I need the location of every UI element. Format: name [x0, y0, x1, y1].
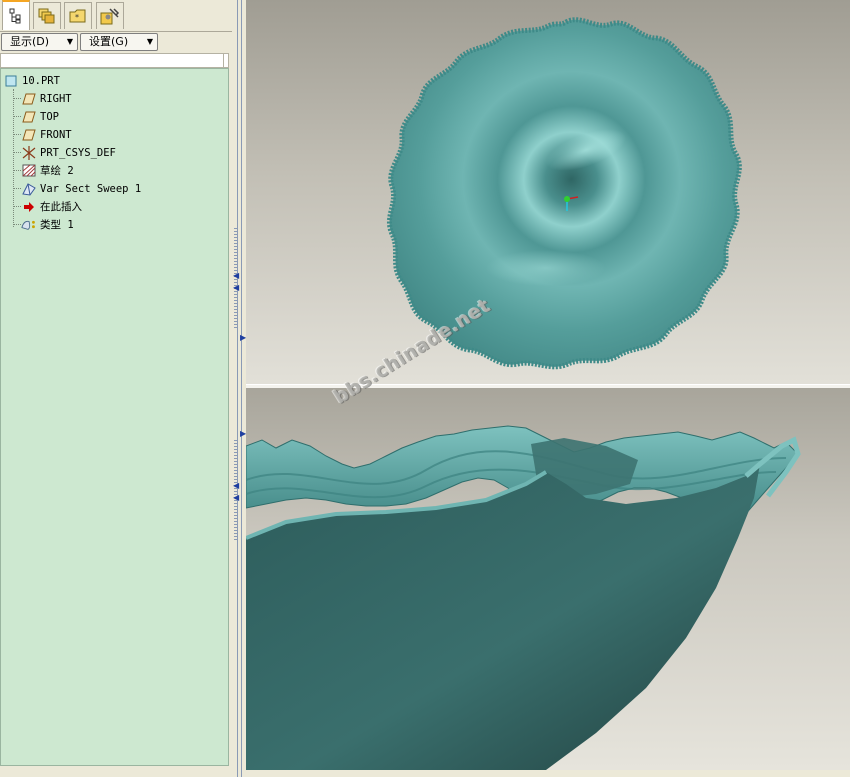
display-dropdown-button[interactable]: 显示(D) ▼: [1, 33, 78, 51]
model-tree-icon: [9, 8, 21, 24]
tree-item-front-plane[interactable]: FRONT: [21, 126, 72, 143]
navigator-splitter[interactable]: ◀ ◀ ▶ ▶ ◀ ◀: [232, 0, 246, 777]
sketch-icon: [21, 164, 37, 178]
settings-dropdown-button[interactable]: 设置(G) ▼: [80, 33, 158, 51]
navigator-toolbar: 显示(D) ▼ 设置(G) ▼: [0, 31, 232, 53]
tree-column-header: [0, 53, 229, 68]
tab-folder-browser[interactable]: *: [64, 2, 92, 29]
tab-favorites-tools[interactable]: [96, 2, 124, 29]
collapse-left-icon[interactable]: ◀: [233, 482, 239, 490]
insert-here-arrow-icon: [21, 200, 37, 214]
chevron-down-icon: ▼: [66, 37, 73, 46]
model-tree[interactable]: 10.PRT RIGHT TOP FRONT PRT_CSYS_DEF 草绘 2…: [0, 68, 229, 766]
bowl-surface: [246, 464, 760, 770]
collapse-left-icon[interactable]: ◀: [233, 272, 239, 280]
tab-layers[interactable]: [33, 2, 61, 29]
datum-plane-icon: [21, 92, 37, 106]
tree-item-insert-here[interactable]: 在此插入: [21, 198, 82, 215]
graphics-window-side-view[interactable]: [246, 388, 850, 770]
folder-browser-icon: *: [69, 9, 86, 23]
coordinate-system-icon: [21, 145, 37, 160]
datum-plane-icon: [21, 128, 37, 142]
datum-plane-icon: [21, 110, 37, 124]
tree-item-label: FRONT: [40, 128, 72, 141]
chevron-down-icon: ▼: [146, 37, 153, 46]
settings-dropdown-label: 设置(G): [89, 35, 129, 48]
tree-item-label: 草绘 2: [40, 165, 74, 177]
tree-item-sketch[interactable]: 草绘 2: [21, 162, 74, 179]
graphics-window-top-view[interactable]: [246, 0, 850, 384]
model-side-view: [246, 425, 801, 770]
tree-item-label: PRT_CSYS_DEF: [40, 146, 116, 159]
tree-item-var-sect-sweep[interactable]: Var Sect Sweep 1: [21, 180, 141, 197]
tree-item-top-plane[interactable]: TOP: [21, 108, 59, 125]
collapse-left-icon[interactable]: ◀: [233, 494, 239, 502]
tree-item-label: 在此插入: [40, 201, 82, 213]
wavy-dish-outline: [386, 17, 742, 370]
navigator-tabs: *: [0, 0, 232, 32]
splitter-grip[interactable]: [234, 440, 238, 540]
svg-text:*: *: [75, 13, 79, 22]
pattern-feature-icon: [21, 218, 37, 232]
column-resize-handle[interactable]: [223, 54, 224, 67]
model-top-view: [386, 17, 742, 370]
tree-item-label: 10.PRT: [22, 74, 60, 87]
navigator-panel: * 显示(D) ▼ 设置(G) ▼ 10.PRT RIGHT TOP FRONT…: [0, 0, 232, 777]
graphics-bottom-edge: [246, 770, 850, 777]
tree-item-root-part[interactable]: 10.PRT: [3, 72, 60, 89]
tree-item-pattern[interactable]: 类型 1: [21, 216, 74, 233]
variable-section-sweep-icon: [21, 182, 37, 196]
favorites-tools-icon: [100, 8, 120, 25]
tree-item-label: TOP: [40, 110, 59, 123]
tree-item-right-plane[interactable]: RIGHT: [21, 90, 72, 107]
part-icon: [3, 74, 19, 88]
tree-item-label: Var Sect Sweep 1: [40, 182, 142, 195]
display-dropdown-label: 显示(D): [10, 35, 50, 48]
tree-item-label: RIGHT: [40, 92, 72, 105]
panel-bottom-edge: [0, 766, 232, 777]
tree-item-coordinate-system[interactable]: PRT_CSYS_DEF: [21, 144, 116, 161]
collapse-left-icon[interactable]: ◀: [233, 284, 239, 292]
layers-icon: [38, 8, 55, 24]
tab-model-tree[interactable]: [2, 0, 30, 30]
tree-item-label: 类型 1: [40, 219, 74, 231]
